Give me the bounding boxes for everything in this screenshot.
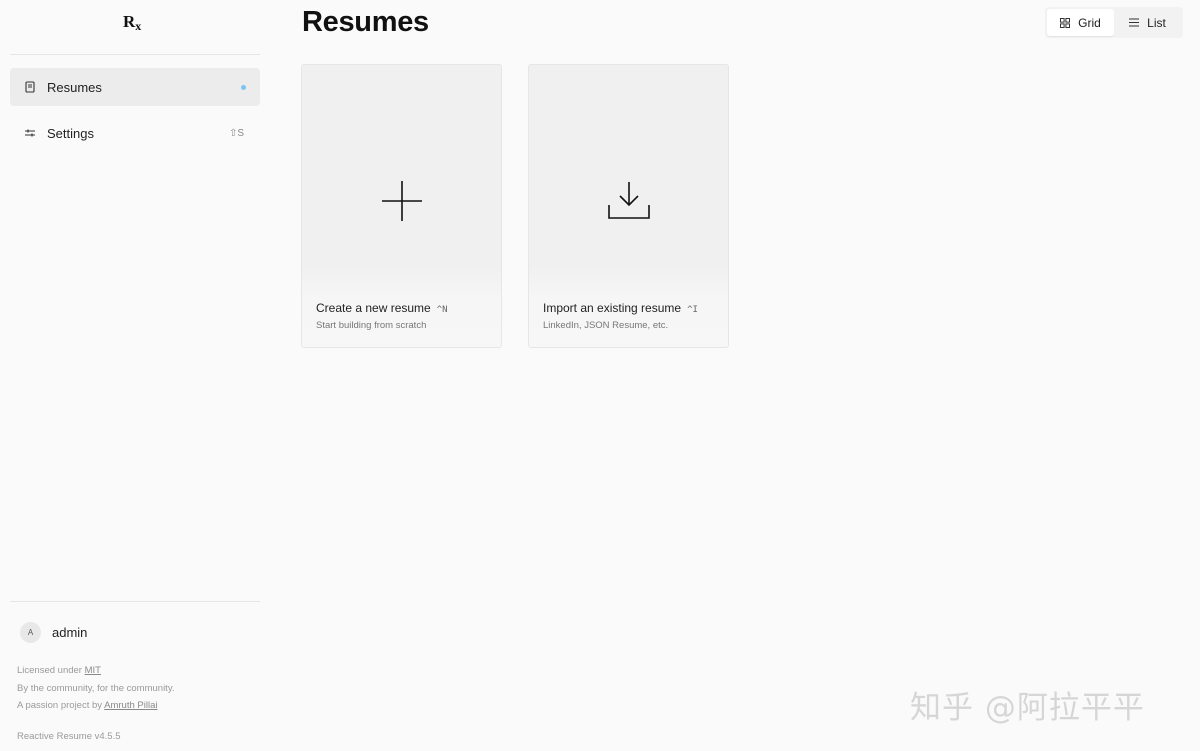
card-subtitle: Start building from scratch xyxy=(316,320,427,331)
resume-icon xyxy=(24,81,36,93)
sidebar-item-label: Resumes xyxy=(47,79,102,95)
sidebar-divider-bottom xyxy=(10,601,260,602)
grid-label: Grid xyxy=(1078,15,1101,30)
sidebar-item-label: Settings xyxy=(47,125,94,141)
plus-icon xyxy=(302,179,501,223)
user-menu[interactable]: A admin xyxy=(20,622,87,643)
author-prefix: A passion project by xyxy=(17,700,105,711)
username: admin xyxy=(52,625,88,640)
sliders-icon xyxy=(24,127,36,139)
view-toggle: Grid List xyxy=(1045,7,1183,38)
card-title-text: Create a new resume xyxy=(316,301,431,315)
list-label: List xyxy=(1147,15,1166,30)
download-icon xyxy=(529,179,728,223)
sidebar-divider-top xyxy=(10,54,260,55)
watermark: 知乎 @阿拉平平 xyxy=(910,690,1145,726)
author-link[interactable]: Amruth Pillai xyxy=(104,700,157,711)
sidebar: Rx Resumes Settings ⇧S A admin Licensed … xyxy=(0,0,270,751)
author-text: A passion project by Amruth Pillai xyxy=(17,700,157,711)
grid-icon xyxy=(1060,17,1071,28)
license-text: Licensed under MIT xyxy=(17,665,101,676)
list-view-button[interactable]: List xyxy=(1114,9,1181,36)
page-title: Resumes xyxy=(302,6,429,38)
avatar: A xyxy=(20,622,41,643)
card-shortcut: ^N xyxy=(436,305,448,315)
settings-shortcut: ⇧S xyxy=(228,127,244,139)
card-title-text: Import an existing resume xyxy=(543,301,682,315)
mit-license-link[interactable]: MIT xyxy=(85,665,101,676)
import-resume-card[interactable]: Import an existing resume ^I LinkedIn, JS… xyxy=(528,64,729,348)
version-text: Reactive Resume v4.5.5 xyxy=(17,731,121,742)
create-resume-card[interactable]: Create a new resume ^N Start building fro… xyxy=(301,64,502,348)
sidebar-item-settings[interactable]: Settings ⇧S xyxy=(10,114,260,152)
card-shortcut: ^I xyxy=(687,305,698,315)
logo-subscript: x xyxy=(135,19,141,33)
list-icon xyxy=(1129,18,1140,27)
community-text: By the community, for the community. xyxy=(17,683,175,694)
sidebar-item-resumes[interactable]: Resumes xyxy=(10,68,260,106)
card-subtitle: LinkedIn, JSON Resume, etc. xyxy=(543,320,669,331)
grid-view-button[interactable]: Grid xyxy=(1047,9,1114,36)
active-indicator-dot xyxy=(241,85,246,90)
card-title: Import an existing resume ^I xyxy=(543,301,698,315)
license-prefix: Licensed under xyxy=(17,665,85,676)
logo-letter: R xyxy=(123,12,135,31)
card-title: Create a new resume ^N xyxy=(316,301,448,315)
app-logo[interactable]: Rx xyxy=(123,12,141,33)
